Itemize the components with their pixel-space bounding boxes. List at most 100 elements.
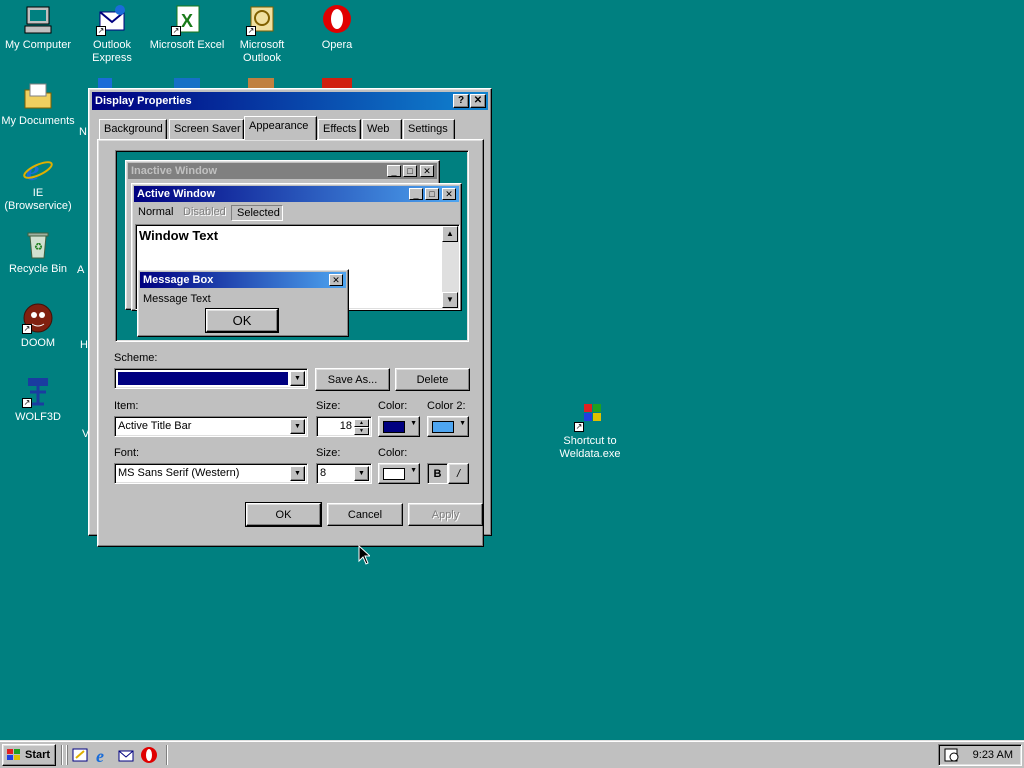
wolf3d-icon: ↗ — [22, 376, 54, 408]
hidden-icon — [174, 78, 200, 88]
recycle-bin-icon: ♻ — [22, 228, 54, 260]
desktop-icon-excel[interactable]: X ↗ Microsoft Excel — [149, 4, 225, 52]
close-button[interactable]: ✕ — [470, 94, 486, 108]
preview-message-box[interactable]: Message Box ✕ Message Text OK — [137, 269, 349, 337]
desktop-icon-label: My Documents — [1, 115, 75, 127]
desktop-icon-label: Recycle Bin — [8, 263, 68, 275]
ok-button[interactable]: OK — [245, 502, 322, 527]
minimize-icon: _ — [387, 165, 401, 177]
close-icon: ✕ — [442, 188, 456, 200]
apply-button[interactable]: Apply — [408, 503, 483, 526]
font-size-label: Size: — [316, 447, 341, 459]
desktop-icon-label: Microsoft Excel — [149, 39, 225, 51]
desktop-icon-recycle-bin[interactable]: ♻ Recycle Bin — [0, 228, 76, 276]
item-select[interactable]: Active Title Bar ▼ — [114, 416, 308, 437]
tab-web[interactable]: Web — [362, 119, 402, 139]
mouse-pointer-icon — [358, 545, 370, 565]
my-documents-icon — [22, 80, 54, 112]
font-size-select[interactable]: 8 ▼ — [316, 463, 372, 484]
color-swatch — [383, 468, 405, 480]
preview-menu-disabled[interactable]: Disabled — [183, 206, 226, 218]
preview-window-text: Window Text — [139, 228, 219, 243]
preview-ok-button[interactable]: OK — [205, 308, 279, 333]
scheme-select[interactable]: ▼ — [114, 368, 308, 389]
spin-up-icon[interactable]: ▲ — [354, 419, 369, 427]
taskbar-separator — [61, 745, 63, 765]
scroll-up-icon[interactable]: ▲ — [442, 226, 458, 242]
tab-background[interactable]: Background — [99, 119, 167, 139]
ie-icon[interactable]: e — [94, 746, 112, 766]
desktop-icon-label: My Computer — [4, 39, 72, 51]
desktop-icon-weldata-shortcut[interactable]: ↗ Shortcut to Weldata.exe — [551, 400, 629, 461]
chevron-down-icon: ▼ — [459, 420, 466, 427]
maximize-icon: □ — [403, 165, 417, 177]
help-button[interactable]: ? — [453, 94, 469, 108]
item-color-button[interactable]: ▼ — [378, 416, 420, 437]
desktop-icon-doom[interactable]: ↗ DOOM — [0, 302, 76, 350]
quicklaunch-grip[interactable] — [66, 745, 68, 765]
preview-menu-normal[interactable]: Normal — [138, 206, 173, 218]
desktop-icon-opera[interactable]: Opera — [299, 4, 375, 52]
desktop-icon-my-computer[interactable]: My Computer — [0, 4, 76, 52]
desktop-icon-label: Opera — [321, 39, 353, 51]
hidden-icon-label: H — [80, 339, 88, 351]
bold-toggle[interactable]: B — [427, 463, 448, 484]
desktop-icon-outlook-express[interactable]: ↗ Outlook Express — [74, 4, 150, 65]
item-value: Active Title Bar — [118, 420, 192, 432]
opera-icon — [321, 4, 353, 36]
save-as-button[interactable]: Save As... — [315, 368, 390, 391]
spin-down-icon[interactable]: ▼ — [354, 427, 369, 435]
desktop-icon-my-documents[interactable]: My Documents — [0, 80, 76, 128]
close-icon: ✕ — [420, 165, 434, 177]
preview-menu-selected[interactable]: Selected — [231, 205, 283, 221]
chevron-down-icon[interactable]: ▼ — [290, 419, 305, 434]
hidden-icon — [322, 78, 352, 88]
show-desktop-icon[interactable] — [71, 746, 89, 764]
delete-button[interactable]: Delete — [395, 368, 470, 391]
hidden-icon-label: N — [79, 126, 87, 138]
tab-settings[interactable]: Settings — [403, 119, 455, 139]
desktop-icon-outlook[interactable]: ↗ Microsoft Outlook — [224, 4, 300, 65]
dialog-titlebar[interactable]: Display Properties ? ✕ — [92, 92, 488, 110]
outlook-express-icon[interactable] — [117, 746, 135, 764]
desktop-icon-label: Shortcut to Weldata.exe — [559, 435, 621, 460]
chevron-down-icon[interactable]: ▼ — [290, 371, 305, 386]
opera-icon[interactable] — [140, 746, 158, 764]
desktop-icon-wolf3d[interactable]: ↗ WOLF3D — [0, 376, 76, 424]
dialog-title: Display Properties — [95, 95, 192, 107]
desktop-icon-ie[interactable]: e IE (Browservice) — [0, 152, 76, 213]
clock[interactable]: 9:23 AM — [973, 749, 1013, 761]
taskbar: Start e 9:23 AM — [0, 740, 1024, 768]
cancel-button[interactable]: Cancel — [327, 503, 403, 526]
chevron-down-icon: ▼ — [410, 467, 417, 474]
desktop-icon-label: WOLF3D — [15, 411, 61, 423]
preview-scrollbar[interactable]: ▲ ▼ — [442, 226, 458, 308]
chevron-down-icon[interactable]: ▼ — [290, 466, 305, 481]
item-size-spinner[interactable]: 18 ▲ ▼ — [316, 416, 372, 437]
tab-effects[interactable]: Effects — [318, 119, 361, 139]
scheme-preview[interactable]: Inactive Window _ □ ✕ Active Window _ □ … — [115, 150, 469, 342]
item-size-value: 18 — [339, 420, 352, 432]
chevron-down-icon: ▼ — [410, 420, 417, 427]
item-color2-button[interactable]: ▼ — [427, 416, 469, 437]
my-computer-icon — [22, 4, 54, 36]
font-color-button[interactable]: ▼ — [378, 463, 420, 484]
start-button[interactable]: Start — [2, 744, 56, 766]
font-select[interactable]: MS Sans Serif (Western) ▼ — [114, 463, 308, 484]
doom-icon: ↗ — [22, 302, 54, 334]
italic-toggle[interactable]: / — [448, 463, 469, 484]
svg-text:X: X — [181, 11, 193, 31]
item-color2-label: Color 2: — [427, 400, 466, 412]
windows-logo-icon — [7, 749, 20, 760]
tab-appearance[interactable]: Appearance — [244, 116, 317, 140]
scheduler-icon[interactable] — [944, 748, 960, 762]
chevron-down-icon[interactable]: ▼ — [354, 466, 369, 481]
color-swatch — [432, 421, 454, 433]
system-tray: 9:23 AM — [938, 744, 1022, 766]
windows-shortcut-icon: ↗ — [574, 400, 606, 432]
tab-screen-saver[interactable]: Screen Saver — [169, 119, 244, 139]
scroll-down-icon[interactable]: ▼ — [442, 292, 458, 308]
desktop-icon-label: Outlook Express — [92, 39, 132, 64]
svg-text:e: e — [26, 154, 39, 184]
display-properties-dialog: Display Properties ? ✕ Background Screen… — [88, 88, 492, 547]
